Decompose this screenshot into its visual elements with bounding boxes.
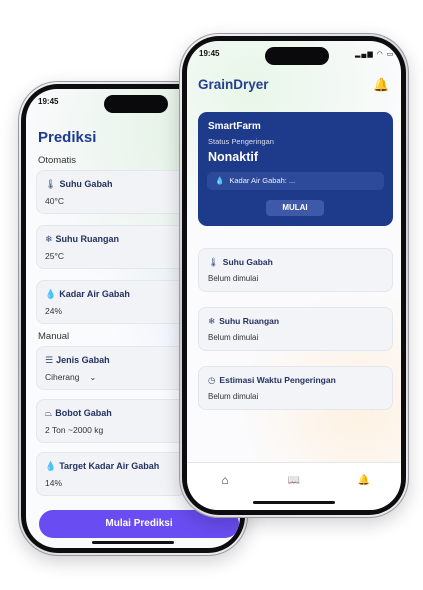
app-title: GrainDryer <box>198 77 269 92</box>
thermometer-icon: 🌡 <box>45 179 57 189</box>
section-label-manual: Manual <box>38 331 70 342</box>
field-room-temperature: ❄ Suhu Ruangan 25°C <box>36 225 186 269</box>
field-value: 40°C <box>45 196 64 206</box>
select-value: Ciherang <box>45 372 80 382</box>
field-value: 25°C <box>45 251 64 261</box>
drying-status-label: Status Pengeringan <box>208 137 274 146</box>
thermometer-icon: 🌡 <box>208 257 219 267</box>
list-icon: ☰ <box>45 355 54 365</box>
signal-wifi-battery-icon: ▂▄▆ ◠ ▭ <box>355 51 395 58</box>
page-title: Prediksi <box>38 129 97 146</box>
dashboard-phone: 19:45 ▂▄▆ ◠ ▭ GrainDryer 🔔 SmartFarm Sta… <box>179 33 409 518</box>
grain-type-select[interactable]: Ciherang ⌄ <box>45 372 96 382</box>
home-indicator <box>253 501 335 504</box>
field-target-moisture[interactable]: 💧 Target Kadar Air Gabah 14% <box>36 452 186 496</box>
field-grain-temperature: 🌡 Suhu Gabah 40°C <box>36 170 186 214</box>
home-indicator <box>92 541 174 544</box>
target-moisture-input[interactable]: 14% <box>45 478 62 488</box>
status-time: 19:45 <box>199 49 220 58</box>
droplet-icon: 💧 <box>45 289 57 299</box>
field-label: Suhu Ruangan <box>55 234 120 244</box>
drying-estimate-card: ◷ Estimasi Waktu Pengeringan Belum dimula… <box>198 366 393 410</box>
moisture-text: Kadar Air Gabah: ... <box>229 176 296 185</box>
bell-icon[interactable]: 🔔 <box>352 475 376 486</box>
book-icon[interactable]: 📖 <box>282 475 306 486</box>
snowflake-icon: ❄ <box>208 316 216 326</box>
card-value: Belum dimulai <box>208 274 259 283</box>
room-temperature-card: ❄ Suhu Ruangan Belum dimulai <box>198 307 393 351</box>
status-time: 19:45 <box>38 97 59 106</box>
clock-icon: ◷ <box>208 375 216 385</box>
snowflake-icon: ❄ <box>45 234 53 244</box>
field-label: Kadar Air Gabah <box>59 289 130 299</box>
droplet-icon: 💧 <box>45 461 57 471</box>
droplet-icon: 💧 <box>215 176 225 185</box>
chevron-down-icon: ⌄ <box>89 373 97 382</box>
start-drying-button[interactable]: MULAI <box>266 200 324 216</box>
card-label: Suhu Ruangan <box>219 316 280 326</box>
field-grain-weight[interactable]: ⏢ Bobot Gabah 2 Ton ~2000 kg <box>36 399 186 443</box>
field-grain-type[interactable]: ☰ Jenis Gabah Ciherang ⌄ <box>36 346 186 390</box>
field-label: Jenis Gabah <box>56 355 110 365</box>
home-icon[interactable]: ⌂ <box>213 473 237 487</box>
section-label-auto: Otomatis <box>38 155 77 166</box>
card-label: Suhu Gabah <box>222 257 273 267</box>
dynamic-island <box>104 95 168 113</box>
drying-status-value: Nonaktif <box>208 150 258 164</box>
field-value: 24% <box>45 306 63 316</box>
device-name: SmartFarm <box>208 121 261 132</box>
card-label: Estimasi Waktu Pengeringan <box>219 375 336 385</box>
field-label: Bobot Gabah <box>55 408 112 418</box>
bottom-tab-bar: ⌂ 📖 🔔 <box>187 462 401 510</box>
grain-weight-input[interactable]: 2 Ton ~2000 kg <box>45 425 103 435</box>
field-label: Target Kadar Air Gabah <box>59 461 160 471</box>
dashboard-screen: 19:45 ▂▄▆ ◠ ▭ GrainDryer 🔔 SmartFarm Sta… <box>187 41 401 510</box>
field-label: Suhu Gabah <box>59 179 113 189</box>
notification-bell-icon[interactable]: 🔔 <box>373 77 389 93</box>
dynamic-island <box>265 47 329 65</box>
moisture-readout: 💧 Kadar Air Gabah: ... <box>207 172 384 190</box>
card-value: Belum dimulai <box>208 333 259 342</box>
smartfarm-status-card: SmartFarm Status Pengeringan Nonaktif 💧 K… <box>198 112 393 226</box>
field-grain-moisture: 💧 Kadar Air Gabah 24% <box>36 280 186 324</box>
weight-icon: ⏢ <box>45 408 53 418</box>
card-value: Belum dimulai <box>208 392 259 401</box>
grain-temperature-card: 🌡 Suhu Gabah Belum dimulai <box>198 248 393 292</box>
